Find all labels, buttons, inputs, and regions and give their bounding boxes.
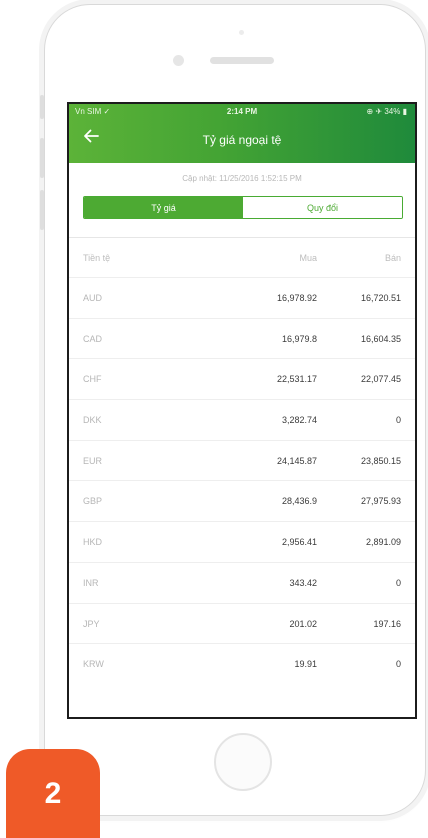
- row-sell-rate: 23,850.15: [360, 455, 401, 466]
- row-currency: JPY: [83, 618, 100, 629]
- row-currency: CHF: [83, 374, 102, 385]
- row-buy-rate: 16,979.8: [281, 333, 317, 344]
- page-title: Tỷ giá ngoại tệ: [202, 133, 282, 147]
- table-row[interactable]: AUD 16,978.92 16,720.51: [69, 277, 415, 318]
- phone-volume-down-button: [40, 190, 44, 230]
- app-header: Vn SIM ✓ 2:14 PM ⊕ ✈ 34% ▮ Tỷ giá ngoại …: [69, 104, 415, 163]
- row-sell-rate: 197.16: [373, 618, 401, 629]
- table-row[interactable]: JPY 201.02 197.16: [69, 602, 415, 644]
- row-buy-rate: 2,956.41: [281, 537, 317, 548]
- step-number-badge: 2: [6, 749, 100, 838]
- table-row[interactable]: INR 343.42 0: [69, 561, 415, 603]
- header-sell: Bán: [384, 253, 401, 263]
- segmented-control: Tỷ giá Quy đổi: [83, 196, 403, 219]
- row-sell-rate: 0: [395, 577, 401, 588]
- row-currency: GBP: [83, 496, 103, 507]
- row-buy-rate: 3,282.74: [281, 415, 317, 426]
- phone-camera: [173, 55, 184, 66]
- row-buy-rate: 16,978.92: [276, 293, 317, 303]
- tab-exchange-rate[interactable]: Tỷ giá: [84, 197, 243, 218]
- row-sell-rate: 22,077.45: [360, 374, 401, 385]
- row-sell-rate: 0: [395, 415, 401, 426]
- row-buy-rate: 22,531.17: [276, 374, 317, 385]
- table-header-row: Tiền tệ Mua Bán: [69, 237, 415, 277]
- tab-convert[interactable]: Quy đổi: [243, 197, 402, 218]
- row-currency: INR: [83, 577, 99, 588]
- row-buy-rate: 24,145.87: [276, 455, 317, 466]
- table-row[interactable]: CAD 16,979.8 16,604.35: [69, 317, 415, 359]
- row-buy-rate: 28,436.9: [281, 496, 317, 507]
- phone-home-button: [214, 733, 272, 791]
- row-currency: EUR: [83, 455, 103, 466]
- row-sell-rate: 2,891.09: [365, 537, 401, 548]
- status-time: 2:14 PM: [226, 107, 258, 116]
- table-row[interactable]: DKK 3,282.74 0: [69, 399, 415, 440]
- table-row[interactable]: HKD 2,956.41 2,891.09: [69, 521, 415, 562]
- table-row[interactable]: EUR 24,145.87 23,850.15: [69, 439, 415, 481]
- row-sell-rate: 27,975.93: [360, 496, 401, 507]
- app-screen: Vn SIM ✓ 2:14 PM ⊕ ✈ 34% ▮ Tỷ giá ngoại …: [67, 102, 417, 719]
- row-sell-rate: 16,604.35: [360, 333, 401, 344]
- rates-table: Tiền tệ Mua Bán AUD 16,978.92 16,720.51 …: [69, 237, 415, 684]
- row-currency: HKD: [83, 537, 103, 548]
- row-buy-rate: 343.42: [289, 577, 317, 588]
- header-currency: Tiền tệ: [83, 253, 111, 263]
- row-buy-rate: 19.91: [294, 659, 317, 670]
- status-battery: ⊕ ✈ 34% ▮: [366, 107, 408, 116]
- table-row[interactable]: GBP 28,436.9 27,975.93: [69, 480, 415, 521]
- row-sell-rate: 16,720.51: [360, 293, 401, 303]
- row-sell-rate: 0: [395, 659, 401, 670]
- phone-speaker: [210, 57, 274, 64]
- header-buy: Mua: [299, 253, 317, 263]
- row-currency: KRW: [83, 659, 104, 670]
- row-currency: AUD: [83, 293, 103, 303]
- phone-side-button: [40, 95, 44, 119]
- phone-proximity-sensor: [239, 30, 244, 35]
- row-currency: CAD: [83, 333, 103, 344]
- phone-volume-up-button: [40, 138, 44, 178]
- row-buy-rate: 201.02: [289, 618, 317, 629]
- table-row[interactable]: KRW 19.91 0: [69, 643, 415, 684]
- table-row[interactable]: CHF 22,531.17 22,077.45: [69, 358, 415, 399]
- status-bar: Vn SIM ✓ 2:14 PM ⊕ ✈ 34% ▮: [69, 106, 415, 118]
- last-updated-text: Cập nhật: 11/25/2016 1:52:15 PM: [182, 174, 302, 183]
- row-currency: DKK: [83, 415, 102, 426]
